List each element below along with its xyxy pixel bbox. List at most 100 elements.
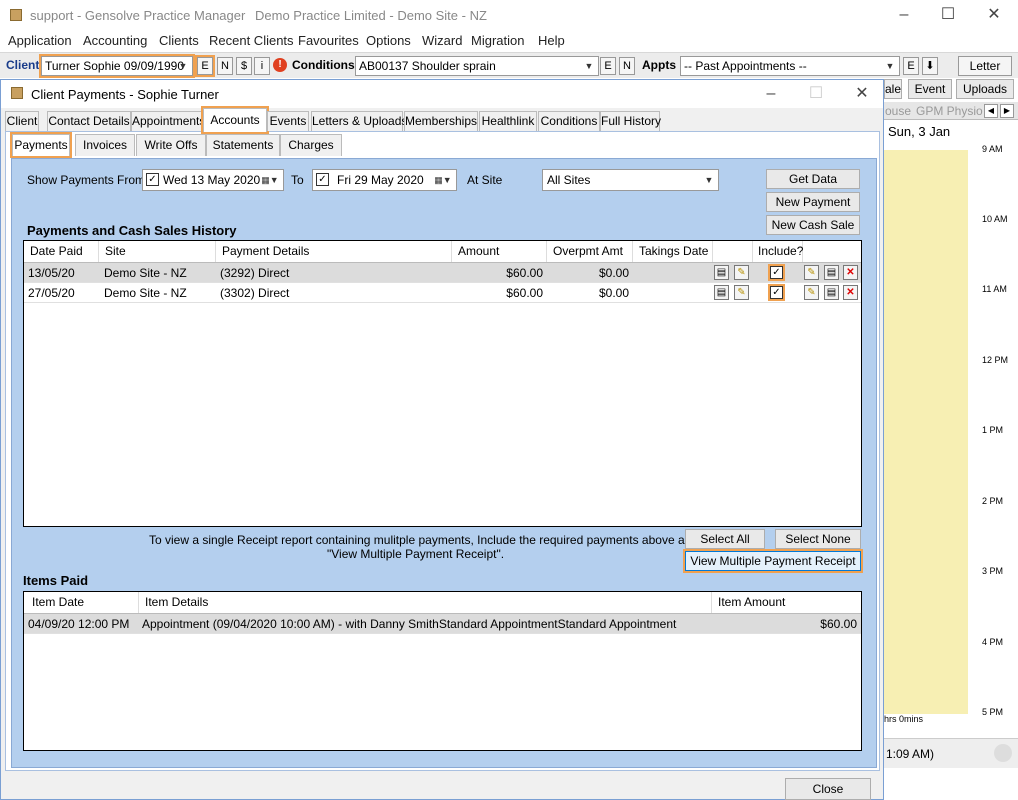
menu-favourites[interactable]: Favourites bbox=[298, 33, 359, 48]
client-new-button[interactable]: N bbox=[217, 57, 233, 75]
edit-pencil-icon[interactable]: ✎ bbox=[804, 265, 819, 280]
get-data-button[interactable]: Get Data bbox=[766, 169, 860, 189]
condition-edit-button[interactable]: E bbox=[600, 57, 616, 75]
edit-pencil-icon[interactable]: ✎ bbox=[804, 285, 819, 300]
conditions-select[interactable]: AB00137 Shoulder sprain ▼ bbox=[355, 56, 599, 76]
row-site: Demo Site - NZ bbox=[104, 286, 187, 300]
calendar-day-column[interactable] bbox=[884, 150, 968, 714]
calendar-icon[interactable]: ▦▼ bbox=[257, 171, 283, 189]
from-date-picker[interactable]: ✓ Wed 13 May 2020 ▦▼ bbox=[142, 169, 284, 191]
select-all-button[interactable]: Select All bbox=[685, 529, 765, 549]
tab-letters-uploads[interactable]: Letters & Uploads bbox=[311, 111, 407, 131]
calendar-icon[interactable]: ▦▼ bbox=[430, 171, 456, 189]
col-overpmt-amt[interactable]: Overpmt Amt bbox=[547, 241, 633, 262]
delete-icon[interactable]: ✕ bbox=[843, 265, 858, 280]
menu-help[interactable]: Help bbox=[538, 33, 565, 48]
tab-accounts[interactable]: Accounts bbox=[201, 106, 269, 134]
tab-invoices[interactable]: Invoices bbox=[75, 134, 135, 156]
col-item-date[interactable]: Item Date bbox=[24, 592, 139, 613]
delete-icon[interactable]: ✕ bbox=[843, 285, 858, 300]
appts-select-value: -- Past Appointments -- bbox=[684, 59, 807, 73]
menu-clients[interactable]: Clients bbox=[159, 33, 199, 48]
table-row[interactable]: 27/05/20 Demo Site - NZ (3302) Direct $6… bbox=[24, 283, 861, 303]
receipt-icon[interactable]: ▤ bbox=[714, 285, 729, 300]
event-button[interactable]: Event bbox=[908, 79, 952, 99]
include-checkbox[interactable]: ✓ bbox=[768, 264, 785, 281]
menu-migration[interactable]: Migration bbox=[471, 33, 524, 48]
close-button[interactable]: Close bbox=[785, 778, 871, 800]
menu-wizard[interactable]: Wizard bbox=[422, 33, 462, 48]
tab-scroll-right-icon[interactable]: ▶ bbox=[1000, 104, 1014, 118]
from-date-checkbox[interactable]: ✓ bbox=[146, 173, 159, 186]
to-date-picker[interactable]: ✓ Fri 29 May 2020 ▦▼ bbox=[312, 169, 457, 191]
main-title-bar: support - Gensolve Practice Manager Demo… bbox=[0, 0, 1018, 32]
new-payment-button[interactable]: New Payment bbox=[766, 192, 860, 212]
tab-statements[interactable]: Statements bbox=[206, 134, 280, 156]
show-from-label: Show Payments From bbox=[27, 173, 146, 187]
minimize-icon[interactable]: – bbox=[886, 4, 922, 26]
include-checkbox[interactable]: ✓ bbox=[768, 284, 785, 301]
tab-events[interactable]: Events bbox=[267, 111, 309, 131]
tab-full-history[interactable]: Full History bbox=[600, 111, 661, 131]
appts-select[interactable]: -- Past Appointments -- ▼ bbox=[680, 56, 900, 76]
dialog-maximize-icon: ☐ bbox=[808, 85, 824, 102]
sale-button-partial[interactable]: ale bbox=[884, 79, 902, 99]
maximize-icon[interactable]: ☐ bbox=[930, 4, 966, 26]
menu-accounting[interactable]: Accounting bbox=[83, 33, 147, 48]
menu-options[interactable]: Options bbox=[366, 33, 411, 48]
tab-client[interactable]: Client bbox=[5, 111, 39, 131]
col-takings-date[interactable]: Takings Date bbox=[633, 241, 713, 262]
menu-application[interactable]: Application bbox=[8, 33, 72, 48]
client-edit-button[interactable]: E bbox=[195, 55, 215, 77]
client-account-button[interactable]: $ bbox=[236, 57, 252, 75]
table-row[interactable]: 13/05/20 Demo Site - NZ (3292) Direct $6… bbox=[24, 263, 861, 283]
tab-payments[interactable]: Payments bbox=[10, 132, 72, 158]
col-item-details[interactable]: Item Details bbox=[139, 592, 712, 613]
close-icon[interactable]: ✕ bbox=[976, 4, 1012, 26]
tab-scroll-left-icon[interactable]: ◀ bbox=[984, 104, 998, 118]
menu-recent-clients[interactable]: Recent Clients bbox=[209, 33, 294, 48]
uploads-button[interactable]: Uploads bbox=[956, 79, 1014, 99]
col-item-amount[interactable]: Item Amount bbox=[712, 592, 861, 613]
receipt-icon[interactable]: ▤ bbox=[824, 285, 839, 300]
letter-button[interactable]: Letter bbox=[958, 56, 1012, 76]
client-info-button[interactable]: i bbox=[254, 57, 270, 75]
tab-charges[interactable]: Charges bbox=[280, 134, 342, 156]
list-item[interactable]: 04/09/20 12:00 PM Appointment (09/04/202… bbox=[24, 614, 861, 634]
dialog-close-icon[interactable]: ✕ bbox=[844, 83, 880, 105]
tab-contact-details[interactable]: Contact Details bbox=[47, 111, 131, 131]
client-select[interactable]: Turner Sophie 09/09/1990 ▼ bbox=[39, 54, 195, 78]
alert-icon[interactable]: ! bbox=[273, 58, 287, 72]
to-date-checkbox[interactable]: ✓ bbox=[316, 173, 329, 186]
receipt-icon[interactable]: ▤ bbox=[824, 265, 839, 280]
history-header: Date Paid Site Payment Details Amount Ov… bbox=[24, 241, 861, 263]
new-cash-sale-button[interactable]: New Cash Sale bbox=[766, 215, 860, 235]
col-site[interactable]: Site bbox=[99, 241, 216, 262]
col-date-paid[interactable]: Date Paid bbox=[24, 241, 99, 262]
row-details: (3292) Direct bbox=[220, 266, 290, 280]
col-include[interactable]: Include? bbox=[753, 241, 803, 262]
download-icon[interactable]: ⬇ bbox=[922, 57, 938, 75]
row-site: Demo Site - NZ bbox=[104, 266, 187, 280]
edit-pencil-icon[interactable]: ✎ bbox=[734, 285, 749, 300]
receipt-icon[interactable]: ▤ bbox=[714, 265, 729, 280]
tab-memberships[interactable]: Memberships bbox=[404, 111, 478, 131]
edit-pencil-icon[interactable]: ✎ bbox=[734, 265, 749, 280]
view-multiple-receipt-button[interactable]: View Multiple Payment Receipt bbox=[683, 549, 863, 573]
appt-edit-button[interactable]: E bbox=[903, 57, 919, 75]
condition-new-button[interactable]: N bbox=[619, 57, 635, 75]
tab-healthlink[interactable]: Healthlink bbox=[479, 111, 537, 131]
tab-house[interactable]: ouse bbox=[885, 104, 911, 118]
select-none-button[interactable]: Select None bbox=[775, 529, 861, 549]
tab-conditions[interactable]: Conditions bbox=[538, 111, 600, 131]
col-amount[interactable]: Amount bbox=[452, 241, 547, 262]
receipt-note-line2: "View Multiple Payment Receipt". bbox=[327, 547, 505, 561]
tab-gpm-physio[interactable]: GPM Physio bbox=[916, 104, 983, 118]
dialog-minimize-icon[interactable]: – bbox=[753, 83, 789, 105]
tab-write-offs[interactable]: Write Offs bbox=[136, 134, 206, 156]
col-payment-details[interactable]: Payment Details bbox=[216, 241, 452, 262]
conditions-select-value: AB00137 Shoulder sprain bbox=[359, 59, 496, 73]
site-select[interactable]: All Sites ▼ bbox=[542, 169, 719, 191]
tab-appointments[interactable]: Appointments bbox=[131, 111, 205, 131]
site-title: Demo Practice Limited - Demo Site - NZ bbox=[255, 8, 487, 23]
